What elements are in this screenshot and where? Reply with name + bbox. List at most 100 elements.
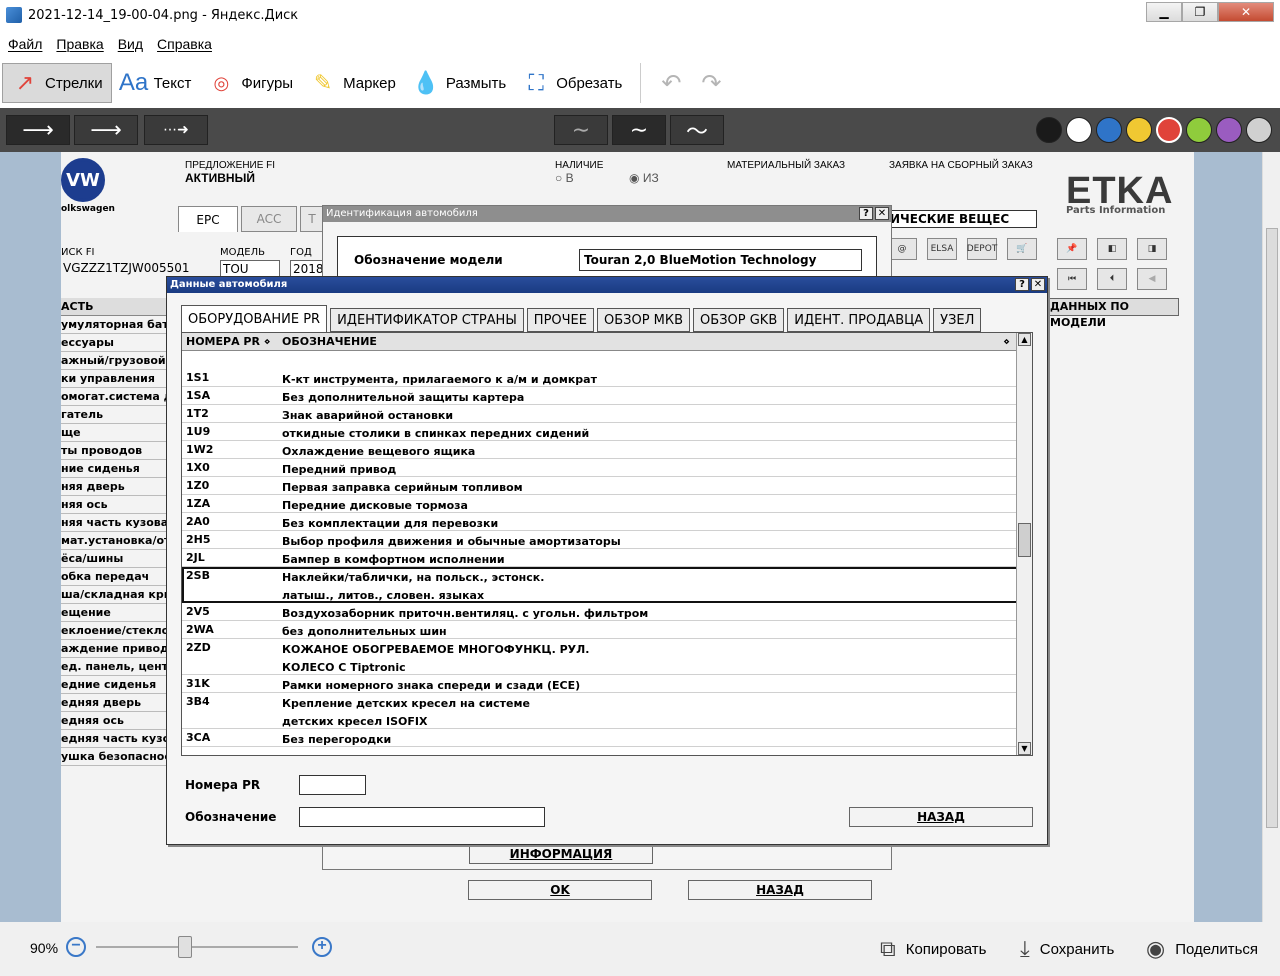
data-back-button[interactable]: НАЗАД [849,807,1033,827]
list-item[interactable]: ние сиденья [61,460,167,478]
list-item[interactable]: мат.установка/ото [61,532,167,550]
color-swatch-blue[interactable] [1096,117,1122,143]
close-button[interactable]: ✕ [1218,2,1274,22]
table-row[interactable]: 1U9 откидные столики в спинках передних с… [182,423,1018,441]
table-row[interactable]: 1X0 Передний привод [182,459,1018,477]
sort-icon[interactable]: ⋄ [1003,335,1010,348]
play-back-icon[interactable]: ◀ [1137,268,1167,290]
shapes-tool[interactable]: ◎ Фигуры [199,63,301,103]
list-item[interactable]: ажный/грузовой о [61,352,167,370]
list-item[interactable]: еклоение/стеклооч [61,622,167,640]
zoom-slider-handle[interactable] [178,936,192,958]
table-row[interactable]: 1Z0 Первая заправка серийным топливом [182,477,1018,495]
menu-view[interactable]: Вид [118,36,143,52]
info-button[interactable]: ИНФОРМАЦИЯ [469,844,653,864]
cart-icon[interactable]: 🛒 [1007,238,1037,260]
tab-other[interactable]: ПРОЧЕЕ [526,308,594,332]
tab-epc[interactable]: EPC [178,206,238,232]
zoom-track[interactable] [96,946,298,948]
tab-mkb[interactable]: ОБЗОР МКВ [596,308,691,332]
list-item[interactable]: ушка безопасност [61,748,167,766]
help-icon[interactable]: ? [1015,278,1029,291]
table-row[interactable]: 2A0 Без комплектации для перевозки [182,513,1018,531]
table-scrollbar[interactable]: ▲ ▼ [1016,333,1032,755]
maximize-button[interactable]: ❐ [1182,2,1218,22]
table-row[interactable]: 1ZA Передние дисковые тормоза [182,495,1018,513]
tab-acc[interactable]: ACC [241,206,297,232]
chem-tab[interactable]: ИЧЕСКИЕ ВЕЩЕС [887,210,1037,228]
table-row[interactable]: 1W2 Охлаждение вещевого ящика [182,441,1018,459]
table-row[interactable]: 2JL Бампер в комфортном исполнении [182,549,1018,567]
save-button[interactable]: ⤓ Сохранить [1020,936,1114,962]
scroll-up-icon[interactable]: ▲ [1018,333,1031,346]
arrow-style-dotted[interactable]: ⋯➜ [144,115,208,145]
list-item[interactable]: ед. панель, центр [61,658,167,676]
avail-option-1[interactable]: ○ В [555,171,574,185]
undo-icon[interactable]: ↶ [651,69,691,98]
avail-option-2[interactable]: ◉ ИЗ [629,171,659,185]
scroll-thumb[interactable] [1018,523,1031,557]
table-row[interactable]: 1S1 К-кт инструмента, прилагаемого к а/м … [182,369,1018,387]
arrow-style-thin[interactable]: ⟶ [74,115,138,145]
material-order-label[interactable]: МАТЕРИАЛЬНЫЙ ЗАКАЗ [727,160,845,171]
color-swatch-gray[interactable] [1246,117,1272,143]
elsa-icon[interactable]: ELSA [927,238,957,260]
crop-tool[interactable]: ⛶ Обрезать [514,63,630,103]
ok-button[interactable]: OK [468,880,652,900]
table-row[interactable]: 2V5 Воздухозаборник приточн.вентиляц. с у… [182,603,1018,621]
tab-t[interactable]: T [300,206,324,232]
col-pr-code[interactable]: НОМЕРА PR ⋄ [186,335,271,348]
pr-number-input[interactable] [299,775,366,795]
color-swatch-red[interactable] [1156,117,1182,143]
table-row[interactable]: 31K Рамки номерного знака спереди и сзади… [182,675,1018,693]
list-item[interactable]: едняя ось [61,712,167,730]
tab-dealer-id[interactable]: ИДЕНТ. ПРОДАВЦА [787,308,931,332]
table-row[interactable]: 2WA без дополнительных шин [182,621,1018,639]
assembly-order-label[interactable]: ЗАЯВКА НА СБОРНЫЙ ЗАКАЗ [889,160,1033,171]
color-swatch-black[interactable] [1036,117,1062,143]
pin-icon[interactable]: 📌 [1057,238,1087,260]
table-row[interactable]: 2SB Наклейки/таблички, на польск., эстонс… [182,567,1018,603]
next-page-icon[interactable]: ◨ [1137,238,1167,260]
ident-back-button[interactable]: НАЗАД [688,880,872,900]
list-item[interactable]: ша/складная кры [61,586,167,604]
arrow-style-solid[interactable]: ⟶ [6,115,70,145]
list-item[interactable]: ессуары [61,334,167,352]
list-item[interactable]: ки управления [61,370,167,388]
tab-gkb[interactable]: ОБЗОР GKB [693,308,785,332]
first-icon[interactable]: ⏮ [1057,268,1087,290]
blur-tool[interactable]: 💧 Размыть [404,63,514,103]
text-tool[interactable]: Aa Текст [112,63,200,103]
table-row[interactable]: 3B4 Крепление детских кресел на системе де… [182,693,1018,729]
list-item[interactable]: няя ось [61,496,167,514]
color-swatch-yellow[interactable] [1126,117,1152,143]
scroll-down-icon[interactable]: ▼ [1018,742,1031,755]
canvas-scroll-thumb[interactable] [1266,228,1278,828]
table-row[interactable]: 2ZD КОЖАНОЕ ОБОГРЕВАЕМОЕ МНОГОФУНКЦ. РУЛ.… [182,639,1018,675]
list-item[interactable]: едние сиденья [61,676,167,694]
depot-icon[interactable]: DEPOT [967,238,997,260]
col-description[interactable]: ОБОЗНАЧЕНИЕ [282,335,377,348]
stroke-thick[interactable]: 〜 [670,115,724,145]
table-row[interactable]: 1T2 Знак аварийной остановки [182,405,1018,423]
list-item[interactable]: няя дверь [61,478,167,496]
zoom-in-icon[interactable]: + [312,937,332,957]
marker-tool[interactable]: ✎ Маркер [301,63,404,103]
list-item[interactable]: ще [61,424,167,442]
menu-help[interactable]: Справка [157,36,212,52]
redo-icon[interactable]: ↷ [691,69,731,98]
list-item[interactable]: едняя часть кузо [61,730,167,748]
prev-page-icon[interactable]: ◧ [1097,238,1127,260]
table-row[interactable]: 2H5 Выбор профиля движения и обычные амор… [182,531,1018,549]
canvas-scrollbar[interactable] [1262,152,1280,922]
zoom-out-icon[interactable]: − [66,937,86,957]
list-item[interactable]: едняя дверь [61,694,167,712]
tab-assembly[interactable]: УЗЕЛ [933,308,982,332]
color-swatch-green[interactable] [1186,117,1212,143]
list-item[interactable]: гатель [61,406,167,424]
color-swatch-white[interactable] [1066,117,1092,143]
arrows-tool[interactable]: ↗ Стрелки [2,63,112,103]
list-item[interactable]: ёса/шины [61,550,167,568]
close-icon[interactable]: ✕ [875,207,889,220]
minimize-button[interactable]: ▁ [1146,2,1182,22]
